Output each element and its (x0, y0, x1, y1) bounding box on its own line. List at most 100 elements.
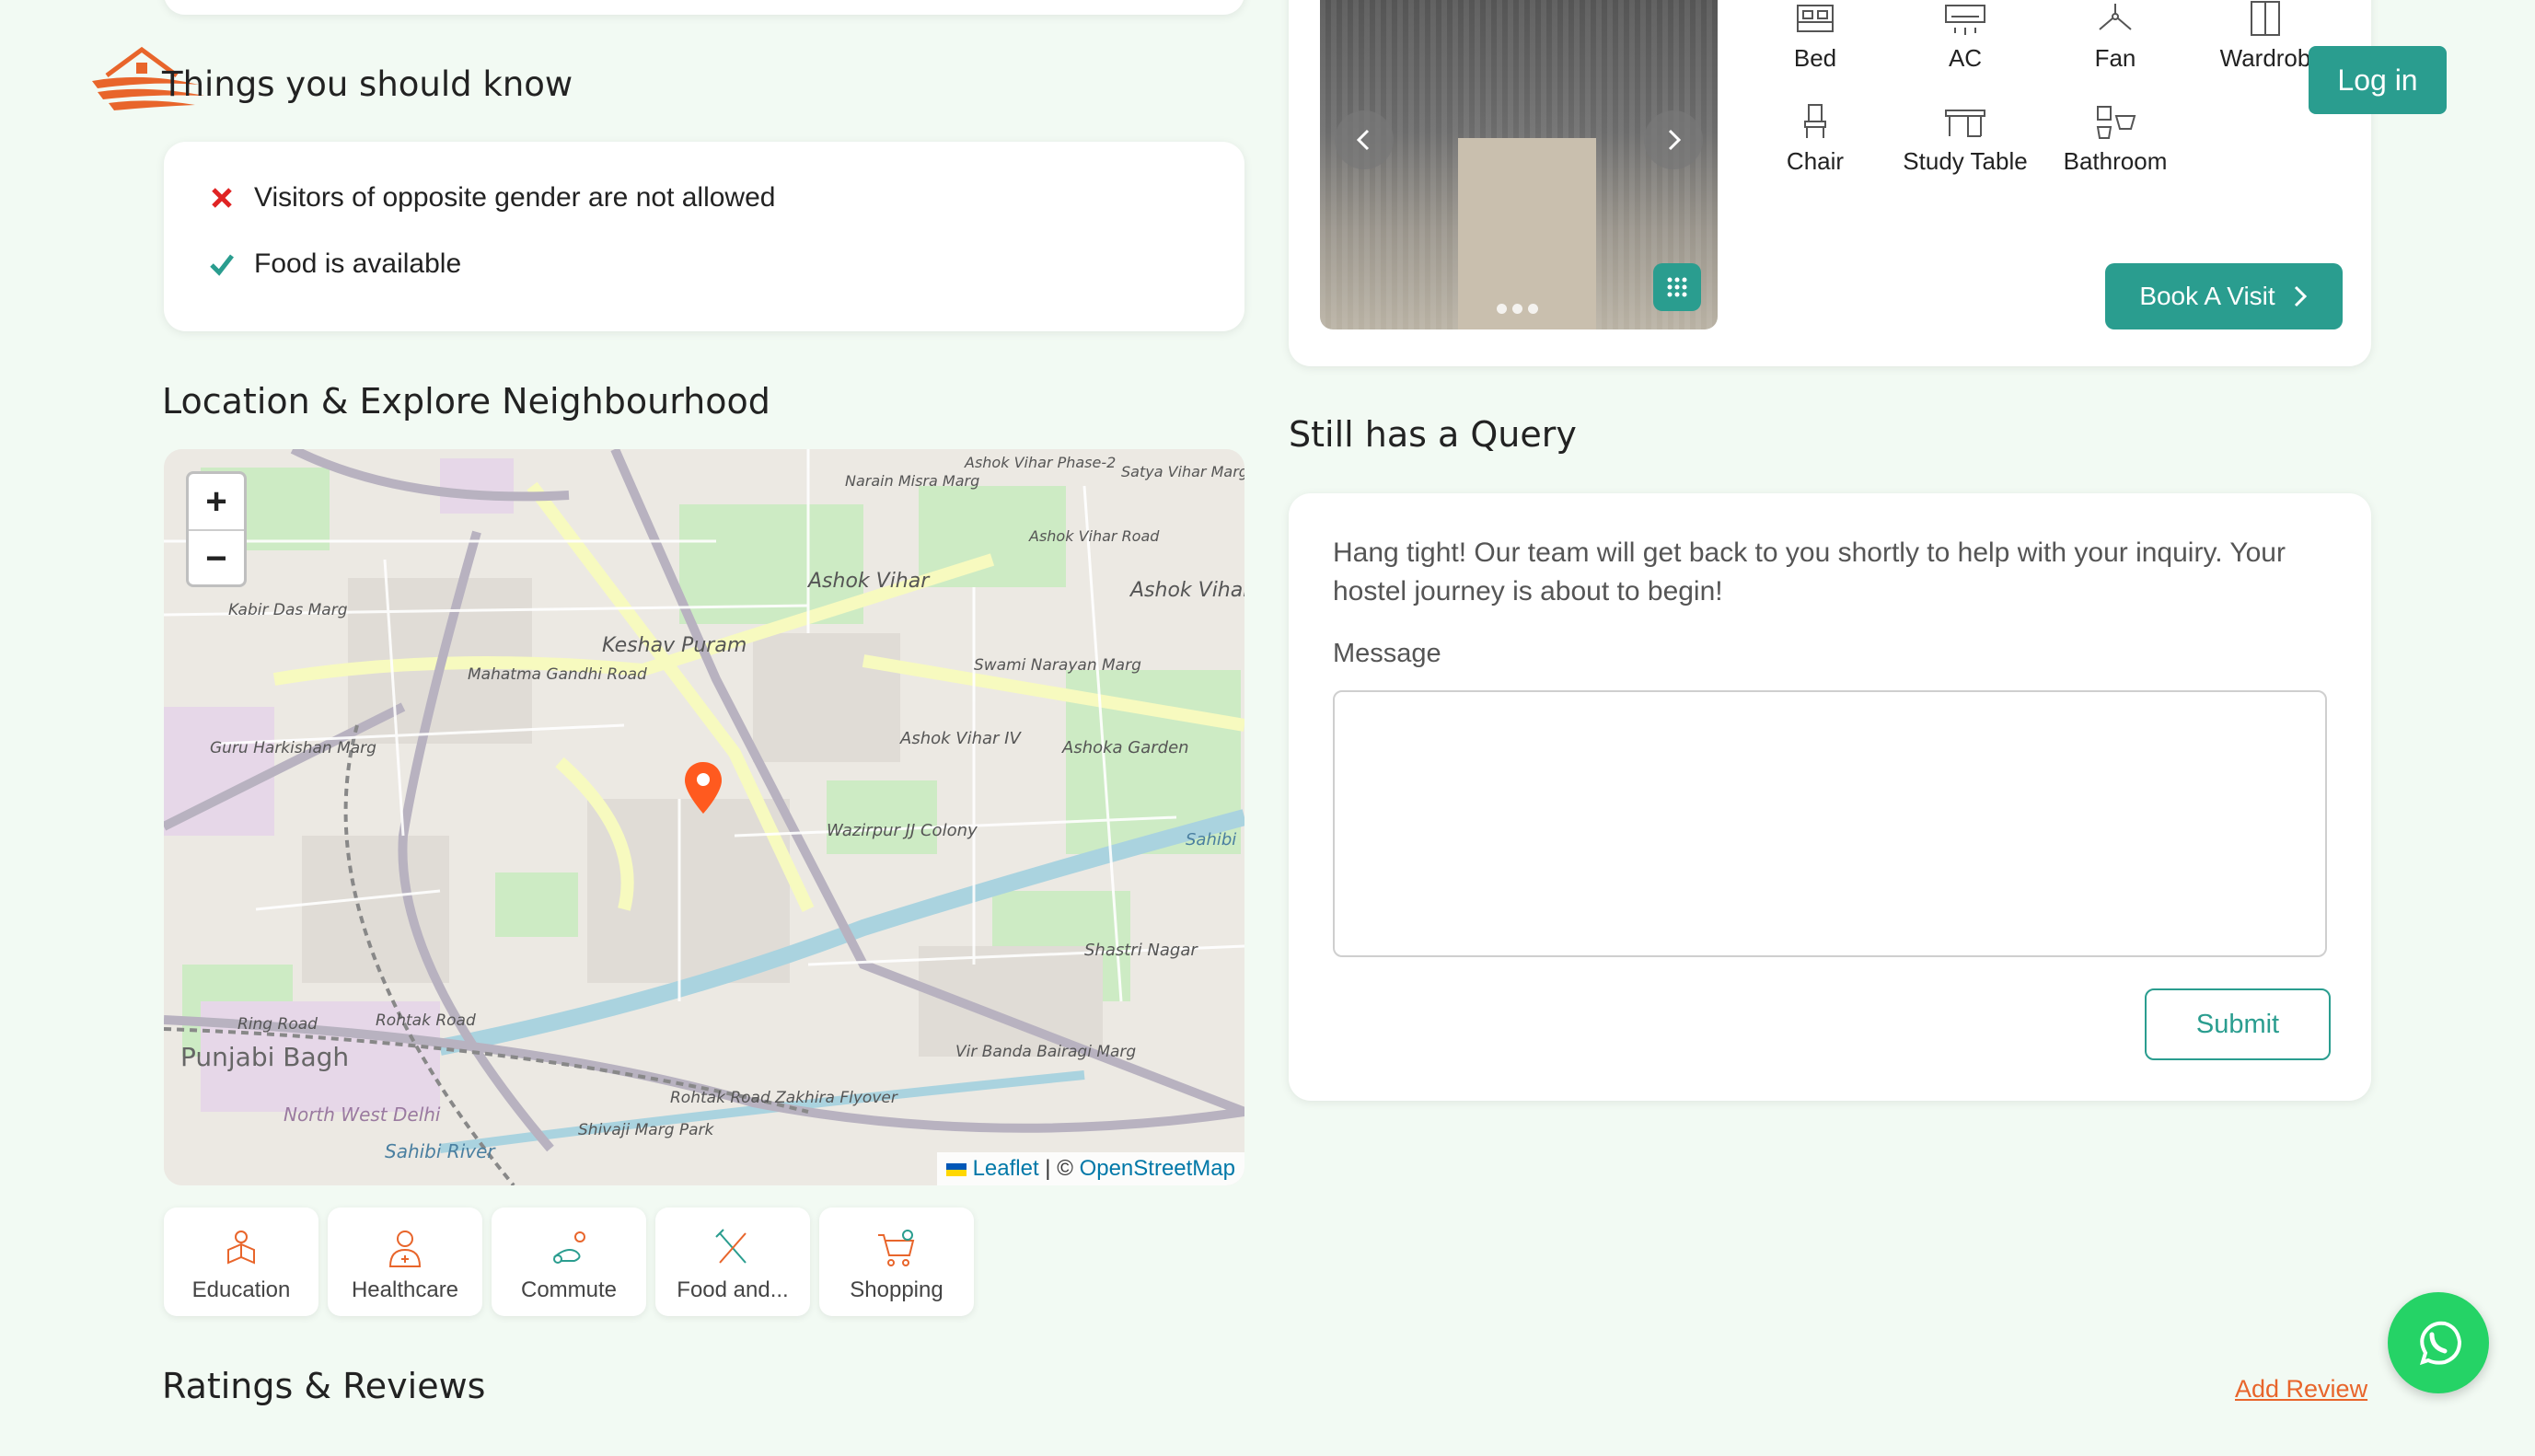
fork-knife-icon (715, 1229, 747, 1264)
category-label: Healthcare (351, 1277, 459, 1302)
carousel-dots (1497, 304, 1538, 314)
map-label: Ashok Vihar Phase-2 (964, 454, 1116, 471)
rule-text: Visitors of opposite gender are not allo… (254, 182, 776, 213)
map-attribution: Leaflet | © OpenStreetMap (936, 1152, 1244, 1185)
leaflet-link[interactable]: Leaflet (973, 1156, 1039, 1181)
zoom-in-button[interactable]: + (189, 474, 244, 531)
map-label: Kabir Das Marg (228, 601, 348, 619)
category-healthcare[interactable]: Healthcare (328, 1208, 482, 1316)
map-label: Sahibi (1186, 830, 1236, 849)
route-icon (553, 1231, 585, 1264)
attribution-separator: | © (1038, 1156, 1080, 1181)
section-title-query: Still has a Query (1289, 414, 1577, 455)
whatsapp-chat-button[interactable] (2388, 1292, 2489, 1393)
map-label: Shastri Nagar (1084, 941, 1198, 960)
map-label: Mahatma Gandhi Road (468, 665, 647, 684)
map-label: Ashok Vihar (806, 570, 931, 593)
amenity-label: Chair (1786, 147, 1845, 175)
bathroom-icon (2096, 106, 2136, 139)
zoom-control: + − (186, 471, 247, 587)
study-table-icon (1945, 110, 1985, 137)
doctor-icon (388, 1231, 422, 1267)
category-label: Commute (520, 1277, 618, 1302)
map-label: Narain Misra Marg (845, 472, 979, 490)
category-commute[interactable]: Commute (492, 1208, 646, 1316)
zoom-out-button[interactable]: − (189, 531, 244, 584)
check-icon (210, 254, 234, 276)
amenity-bed: Bed (1742, 0, 1889, 73)
education-icon (227, 1231, 255, 1265)
amenity-ac: AC (1892, 0, 2039, 73)
amenity-label: Wardrob (2219, 44, 2311, 72)
things-card: Visitors of opposite gender are not allo… (164, 142, 1244, 331)
message-textarea[interactable] (1333, 690, 2327, 957)
bed-icon (1797, 5, 1834, 32)
amenity-label: Fan (2094, 44, 2136, 72)
room-photo-floor (1458, 138, 1596, 329)
query-description: Hang tight! Our team will get back to yo… (1333, 537, 2286, 607)
map-label: Ashok Vihar - III (1129, 579, 1244, 602)
ukraine-flag-icon (945, 1162, 967, 1176)
amenity-bathroom: Bathroom (2042, 103, 2189, 176)
add-review-link[interactable]: Add Review (2235, 1375, 2367, 1404)
map-label: Vir Banda Bairagi Marg (955, 1043, 1136, 1061)
map-label: Rohtak Road Zakhira Flyover (670, 1089, 898, 1107)
fan-icon (2099, 4, 2132, 30)
map-label: Shivaji Marg Park (578, 1121, 715, 1139)
map-label: Wazirpur JJ Colony (827, 821, 978, 840)
rule-text: Food is available (254, 248, 462, 279)
category-label: Shopping (850, 1277, 943, 1302)
query-card: Hang tight! Our team will get back to yo… (1289, 493, 2371, 1101)
amenity-label: Study Table (1903, 147, 2028, 175)
amenity-chair: Chair (1742, 103, 1889, 176)
wardrobe-icon (2251, 1, 2280, 36)
map-label: Sahibi River (385, 1140, 496, 1162)
book-visit-button[interactable]: Book A Visit (2105, 263, 2343, 329)
carousel-next-button[interactable] (1644, 110, 1703, 169)
map-label: Satya Vihar Marg (1121, 463, 1244, 480)
map-label: Keshav Puram (602, 634, 747, 657)
map-label: Ashoka Garden (1061, 738, 1189, 757)
shopping-cart-icon (878, 1230, 915, 1266)
login-button[interactable]: Log in (2309, 46, 2447, 114)
cross-icon (212, 188, 232, 208)
message-label: Message (1333, 639, 1441, 668)
chevron-right-icon (1668, 129, 1682, 151)
map-label: Ashok Vihar IV (899, 729, 1022, 748)
map-label: Rohtak Road (376, 1011, 476, 1030)
chair-icon (1804, 104, 1826, 138)
amenity-study-table: Study Table (1892, 103, 2039, 176)
room-photo-carousel[interactable] (1320, 0, 1718, 329)
amenity-label: Bathroom (2063, 147, 2168, 175)
rule-item: Food is available (208, 248, 461, 280)
chevron-right-icon (2294, 285, 2307, 307)
map-label: Ashok Vihar Road (1028, 527, 1160, 545)
neighbourhood-map[interactable]: Ashok Vihar Ashok Vihar - III Keshav Pur… (164, 449, 1244, 1185)
category-label: Food and... (677, 1277, 789, 1302)
gallery-grid-button[interactable] (1653, 263, 1701, 311)
map-label: Guru Harkishan Marg (210, 739, 376, 757)
chevron-left-icon (1356, 129, 1370, 151)
carousel-dot[interactable] (1528, 304, 1538, 314)
submit-button[interactable]: Submit (2145, 988, 2331, 1060)
map-label: Ring Road (237, 1015, 318, 1034)
grid-icon (1667, 277, 1687, 297)
map-tiles[interactable]: Ashok Vihar Ashok Vihar - III Keshav Pur… (164, 449, 1244, 1185)
map-label: Swami Narayan Marg (974, 656, 1141, 675)
ac-icon (1945, 5, 1985, 35)
book-visit-label: Book A Visit (2139, 282, 2275, 310)
category-education[interactable]: Education (164, 1208, 318, 1316)
category-food[interactable]: Food and... (655, 1208, 810, 1316)
amenity-fan: Fan (2042, 0, 2189, 73)
amenity-label: Bed (1793, 44, 1837, 72)
carousel-dot[interactable] (1512, 304, 1522, 314)
amenity-label: AC (1948, 44, 1983, 72)
carousel-dot[interactable] (1497, 304, 1507, 314)
map-marker-icon[interactable] (683, 760, 723, 815)
section-title-ratings: Ratings & Reviews (162, 1366, 486, 1406)
rule-item: Visitors of opposite gender are not allo… (208, 182, 775, 214)
section-title-things: Things you should know (162, 64, 573, 104)
openstreetmap-link[interactable]: OpenStreetMap (1080, 1156, 1235, 1181)
carousel-prev-button[interactable] (1335, 110, 1394, 169)
category-shopping[interactable]: Shopping (819, 1208, 974, 1316)
